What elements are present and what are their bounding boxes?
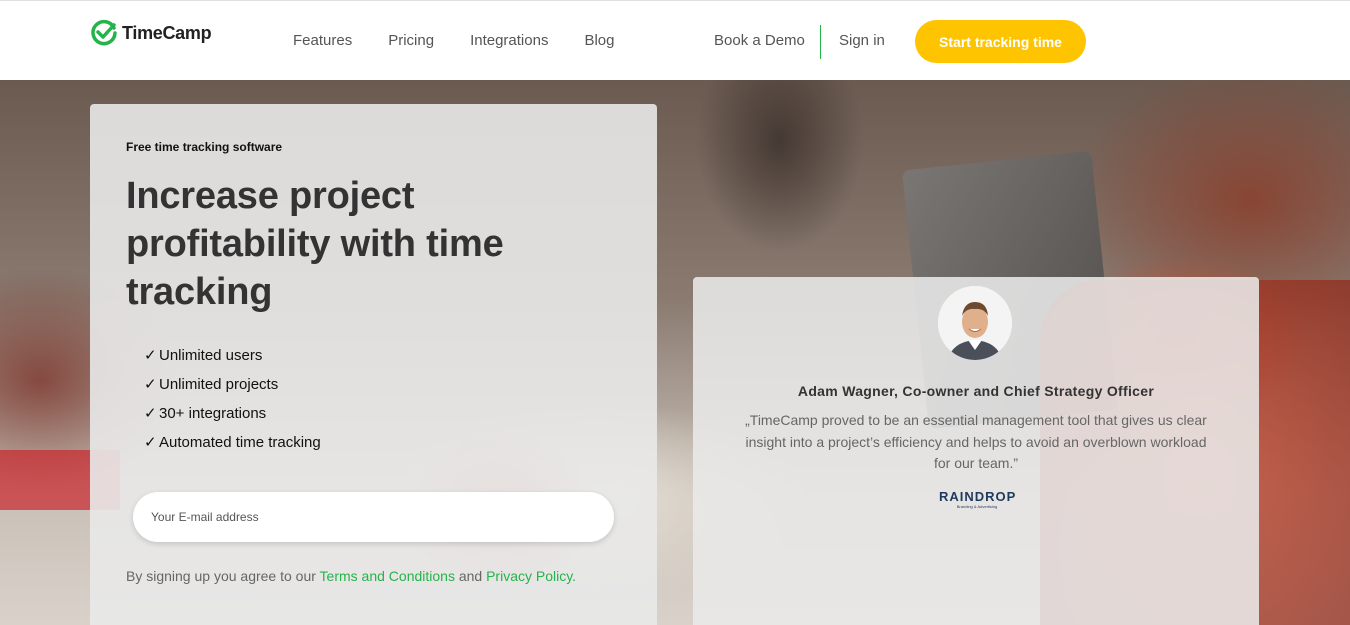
avatar	[938, 286, 1012, 360]
list-item: ✓ 30+ integrations	[144, 399, 321, 428]
company-logo: RAINDROP Branding & Advertising	[939, 489, 1017, 510]
nav-features[interactable]: Features	[293, 31, 352, 51]
nav-integrations[interactable]: Integrations	[470, 31, 548, 51]
eyebrow-text: Free time tracking software	[126, 140, 283, 154]
legal-text: By signing up you agree to our Terms and…	[126, 568, 577, 584]
sign-in-link[interactable]: Sign in	[839, 31, 885, 51]
privacy-link[interactable]: Privacy Policy.	[486, 568, 576, 584]
nav-blog[interactable]: Blog	[584, 31, 614, 51]
testimonial-author: Adam Wagner, Co-owner and Chief Strategy…	[797, 383, 1155, 399]
terms-link[interactable]: Terms and Conditions	[320, 568, 455, 584]
checkmark-icon: ✓	[144, 376, 157, 393]
site-header: TimeCamp Features Pricing Integrations B…	[0, 0, 1350, 80]
checkmark-icon: ✓	[144, 347, 157, 364]
main-nav: Features Pricing Integrations Blog	[293, 31, 650, 51]
company-tagline: Branding & Advertising	[956, 504, 998, 509]
timecamp-check-logo-icon	[90, 19, 118, 47]
company-logo-text: RAINDROP	[939, 489, 1017, 504]
book-demo-link[interactable]: Book a Demo	[714, 31, 805, 51]
start-tracking-button[interactable]: Start tracking time	[915, 20, 1086, 63]
list-item: ✓ Unlimited projects	[144, 370, 321, 399]
logo-text: TimeCamp	[122, 22, 212, 43]
nav-pricing[interactable]: Pricing	[388, 31, 434, 51]
signup-card: Free time tracking software Increase pro…	[90, 104, 657, 625]
checkmark-icon: ✓	[144, 405, 157, 422]
email-field[interactable]	[133, 492, 614, 542]
testimonial-card: Adam Wagner, Co-owner and Chief Strategy…	[693, 277, 1259, 625]
checkmark-icon: ✓	[144, 434, 157, 451]
testimonial-quote: „TimeCamp proved to be an essential mana…	[745, 412, 1207, 471]
hero-headline: Increase project profitability with time…	[126, 175, 504, 313]
list-item: ✓ Unlimited users	[144, 341, 321, 370]
timecamp-logo[interactable]: TimeCamp	[90, 19, 212, 47]
feature-checklist: ✓ Unlimited users ✓ Unlimited projects ✓ 30…	[144, 341, 321, 457]
nav-divider	[820, 25, 821, 59]
list-item: ✓ Automated time tracking	[144, 428, 321, 457]
